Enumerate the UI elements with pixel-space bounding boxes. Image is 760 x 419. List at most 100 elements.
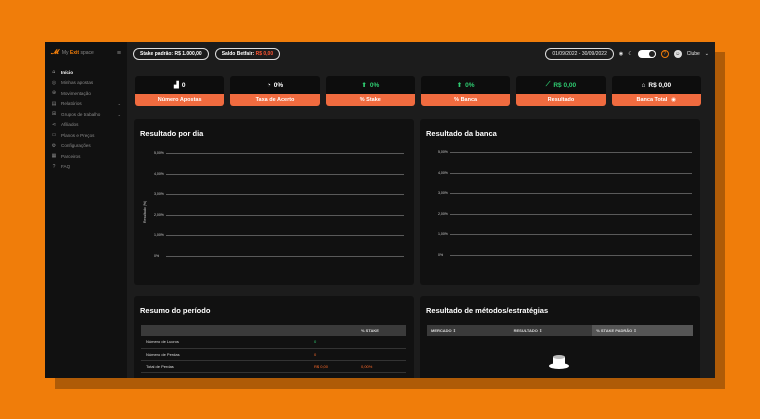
row-stake bbox=[361, 348, 406, 360]
y-tick-label: 1,00% bbox=[438, 232, 448, 237]
y-tick-label: 1,00% bbox=[154, 233, 164, 238]
chevron-down-icon: ⌄ bbox=[117, 111, 121, 117]
stat-label-text: Resultado bbox=[547, 97, 575, 103]
sidebar-item-label: Planos e Preços bbox=[61, 132, 95, 138]
stat-label-text: Número Apostas bbox=[157, 97, 202, 103]
date-range-picker[interactable]: 01/09/2022 - 30/09/2022 bbox=[545, 48, 614, 60]
gridline bbox=[450, 255, 692, 256]
gauge-icon: ◔ bbox=[266, 81, 271, 89]
stat-value: ▟ 0 bbox=[135, 76, 224, 94]
groups-icon: ⊞ bbox=[51, 111, 57, 118]
user-name[interactable]: Clube bbox=[687, 51, 700, 57]
arrow-up-icon: ⬆ bbox=[361, 82, 367, 89]
gridline bbox=[166, 235, 404, 237]
metodos-table: MERCADO ⇕ RESULTADO ⇕% STAKE PADRÃO ⇕ bbox=[427, 325, 693, 336]
resumo-card: Resumo do período % STAKE Número de Lucr… bbox=[134, 296, 414, 378]
column-header[interactable]: % STAKE PADRÃO ⇕ bbox=[592, 325, 693, 336]
sidebar-item-label: FAQ bbox=[61, 164, 71, 170]
help-icon[interactable]: ? bbox=[660, 50, 669, 58]
stat-label: Taxa de Acerto bbox=[230, 94, 320, 106]
row-label: Número de Perdas bbox=[146, 351, 180, 357]
user-avatar-icon[interactable]: ☺ bbox=[673, 50, 682, 58]
y-tick-label: 0% bbox=[438, 253, 444, 257]
table-row: Número de Perdas 0 bbox=[141, 348, 406, 360]
gridline bbox=[166, 194, 404, 196]
brand: 𝓜 My Exit space ≡ bbox=[45, 43, 127, 63]
gear-icon: ⚙ bbox=[51, 142, 57, 149]
eye-icon[interactable]: ◉ bbox=[671, 97, 676, 103]
menu-icon[interactable]: ≡ bbox=[117, 50, 121, 57]
stat-card: ⌂ R$ 0,00 Banca Total ◉ bbox=[611, 76, 701, 106]
sidebar-item-label: Parceiros bbox=[61, 153, 81, 159]
stat-card: ⟋ R$ 0,00 Resultado bbox=[516, 76, 606, 106]
app-window: 𝓜 My Exit space ≡ ⌂ Início ◎ Minhas apostas… bbox=[45, 42, 715, 378]
empty-state-icon bbox=[549, 355, 569, 369]
bets-icon: ◎ bbox=[51, 79, 57, 86]
chart-title: Resultado da banca bbox=[426, 129, 497, 138]
sidebar-item-3[interactable]: ▤ Relatórios ⌄ bbox=[45, 99, 127, 110]
sidebar-item-8[interactable]: ▦ Parceiros bbox=[45, 151, 127, 162]
topbar-right: 01/09/2022 - 30/09/2022 ◉ ☾ ? ☺ Clube ⌄ bbox=[545, 48, 709, 60]
y-tick-label: 3,00% bbox=[154, 192, 164, 197]
stat-label: % Banca bbox=[420, 94, 511, 106]
sidebar-item-6[interactable]: ▭ Planos e Preços bbox=[45, 130, 127, 141]
bar-chart-icon: ▟ bbox=[173, 82, 179, 89]
chevron-down-icon: ⌄ bbox=[117, 101, 121, 107]
gridline bbox=[450, 234, 692, 236]
stat-value: ⬆ 0% bbox=[326, 76, 415, 94]
stat-label-text: Taxa de Acerto bbox=[255, 97, 295, 103]
chart-resultado-banca: Resultado da banca 5,00% 4,00% 3,00% 2,00% 1… bbox=[420, 119, 700, 285]
sidebar-item-label: Afiliados bbox=[61, 122, 79, 128]
home-icon: ⌂ bbox=[52, 69, 56, 76]
row-stake: 0,00% bbox=[361, 363, 373, 369]
sidebar-item-2[interactable]: ⊕ Movimentação bbox=[45, 88, 127, 99]
gridline bbox=[450, 152, 692, 153]
chevron-down-icon[interactable]: ⌄ bbox=[705, 51, 709, 57]
sidebar-item-1[interactable]: ◎ Minhas apostas bbox=[45, 78, 127, 89]
chart-grid: 5,00% 4,00% 3,00% 2,00% 1,00% 0% bbox=[154, 151, 404, 258]
sidebar-item-label: Configurações bbox=[61, 143, 91, 149]
stat-card: ⬆ 0% % Stake bbox=[325, 76, 415, 106]
stake-pill[interactable]: Stake padrão: R$ 1.000,00 bbox=[133, 48, 209, 60]
column-header[interactable]: MERCADO ⇕ bbox=[427, 325, 510, 336]
stat-label: Resultado bbox=[516, 94, 606, 106]
sidebar-item-9[interactable]: ? FAQ bbox=[45, 162, 127, 173]
gridline bbox=[166, 256, 404, 257]
sidebar-item-5[interactable]: ⋖ Afiliados bbox=[45, 120, 127, 131]
sidebar-item-label: Relatórios bbox=[61, 101, 82, 107]
stat-value-text: R$ 0,00 bbox=[648, 81, 672, 89]
stat-value: ◔ 0% bbox=[230, 76, 319, 94]
theme-toggle[interactable] bbox=[637, 50, 656, 58]
sidebar-item-4[interactable]: ⊞ Grupos de trabalho ⌄ bbox=[45, 109, 127, 120]
sidebar: 𝓜 My Exit space ≡ ⌂ Início ◎ Minhas apostas… bbox=[45, 42, 127, 378]
column-header[interactable]: RESULTADO ⇕ bbox=[510, 325, 593, 336]
stat-value-text: 0 bbox=[181, 81, 186, 89]
topbar: Stake padrão: R$ 1.000,00 Saldo Betfair:… bbox=[127, 42, 715, 66]
plans-icon: ▭ bbox=[51, 132, 57, 139]
stat-label: Banca Total ◉ bbox=[611, 94, 701, 106]
sidebar-item-label: Grupos de trabalho bbox=[61, 111, 101, 117]
eye-icon[interactable]: ◉ bbox=[619, 51, 623, 57]
sidebar-item-0[interactable]: ⌂ Início bbox=[45, 67, 127, 78]
stat-label-text: % Banca bbox=[454, 97, 478, 103]
chart-resultado-dia: Resultado por dia 5,00% 4,00% 3,00% 2,00% 1,… bbox=[134, 119, 414, 285]
line-chart-icon: ⟋ bbox=[545, 81, 551, 88]
y-tick-label: 2,00% bbox=[154, 212, 164, 217]
reports-icon: ▤ bbox=[51, 100, 57, 107]
sidebar-item-label: Movimentação bbox=[61, 90, 91, 96]
table-row: Total de Perdas R$ 0,00 0,00% bbox=[141, 360, 406, 372]
brand-name: My Exit space bbox=[61, 50, 94, 56]
sidebar-item-7[interactable]: ⚙ Configurações bbox=[45, 141, 127, 152]
chart-grid: 5,00% 4,00% 3,00% 2,00% 1,00% 0% bbox=[438, 150, 692, 257]
row-value: R$ 0,00 bbox=[314, 363, 329, 369]
moon-icon: ☾ bbox=[628, 51, 633, 57]
stat-value-text: 0% bbox=[465, 81, 475, 89]
stat-label-text: Banca Total bbox=[636, 97, 668, 103]
gridline bbox=[166, 214, 404, 216]
share-icon: ⋖ bbox=[51, 121, 57, 128]
brand-logo: 𝓜 bbox=[51, 49, 59, 56]
y-tick-label: 5,00% bbox=[154, 151, 164, 155]
row-value: 0 bbox=[314, 339, 317, 345]
saldo-pill[interactable]: Saldo Betfair: R$ 0,00 bbox=[214, 48, 281, 60]
movement-icon: ⊕ bbox=[51, 90, 57, 97]
